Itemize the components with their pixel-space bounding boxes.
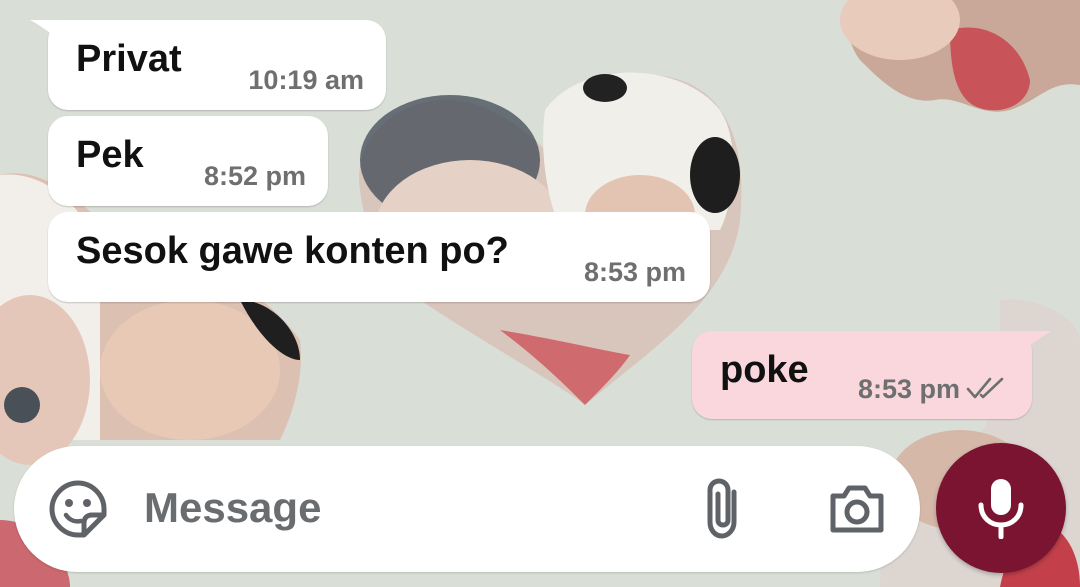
message-text: poke [720,349,809,391]
message-bubble-outgoing[interactable]: poke 8:53 pm [692,331,1052,419]
bubble-tail [30,20,70,50]
message-text: Sesok gawe konten po? [76,230,509,272]
message-bubble-incoming[interactable]: Pek 8:52 pm [48,116,328,206]
message-timestamp: 8:53 pm [583,257,686,287]
microphone-icon [978,479,1024,539]
message-bubble-incoming[interactable]: Privat 10:19 am [30,20,386,110]
message-text: Pek [76,134,144,176]
message-input[interactable]: Message [144,484,321,532]
message-bubble-incoming[interactable]: Sesok gawe konten po? 8:53 pm [48,212,710,302]
message-composer: Message [14,446,920,572]
camera-icon[interactable] [828,482,886,536]
message-timestamp: 8:53 pm [857,374,960,404]
message-timestamp: 8:52 pm [203,161,306,191]
double-check-icon [966,377,1004,399]
paperclip-icon[interactable] [700,478,750,540]
voice-record-button[interactable] [936,443,1066,573]
sticker-icon[interactable] [48,479,108,539]
bubble-tail [1012,331,1052,361]
message-text: Privat [76,38,182,80]
message-timestamp: 10:19 am [248,65,364,95]
